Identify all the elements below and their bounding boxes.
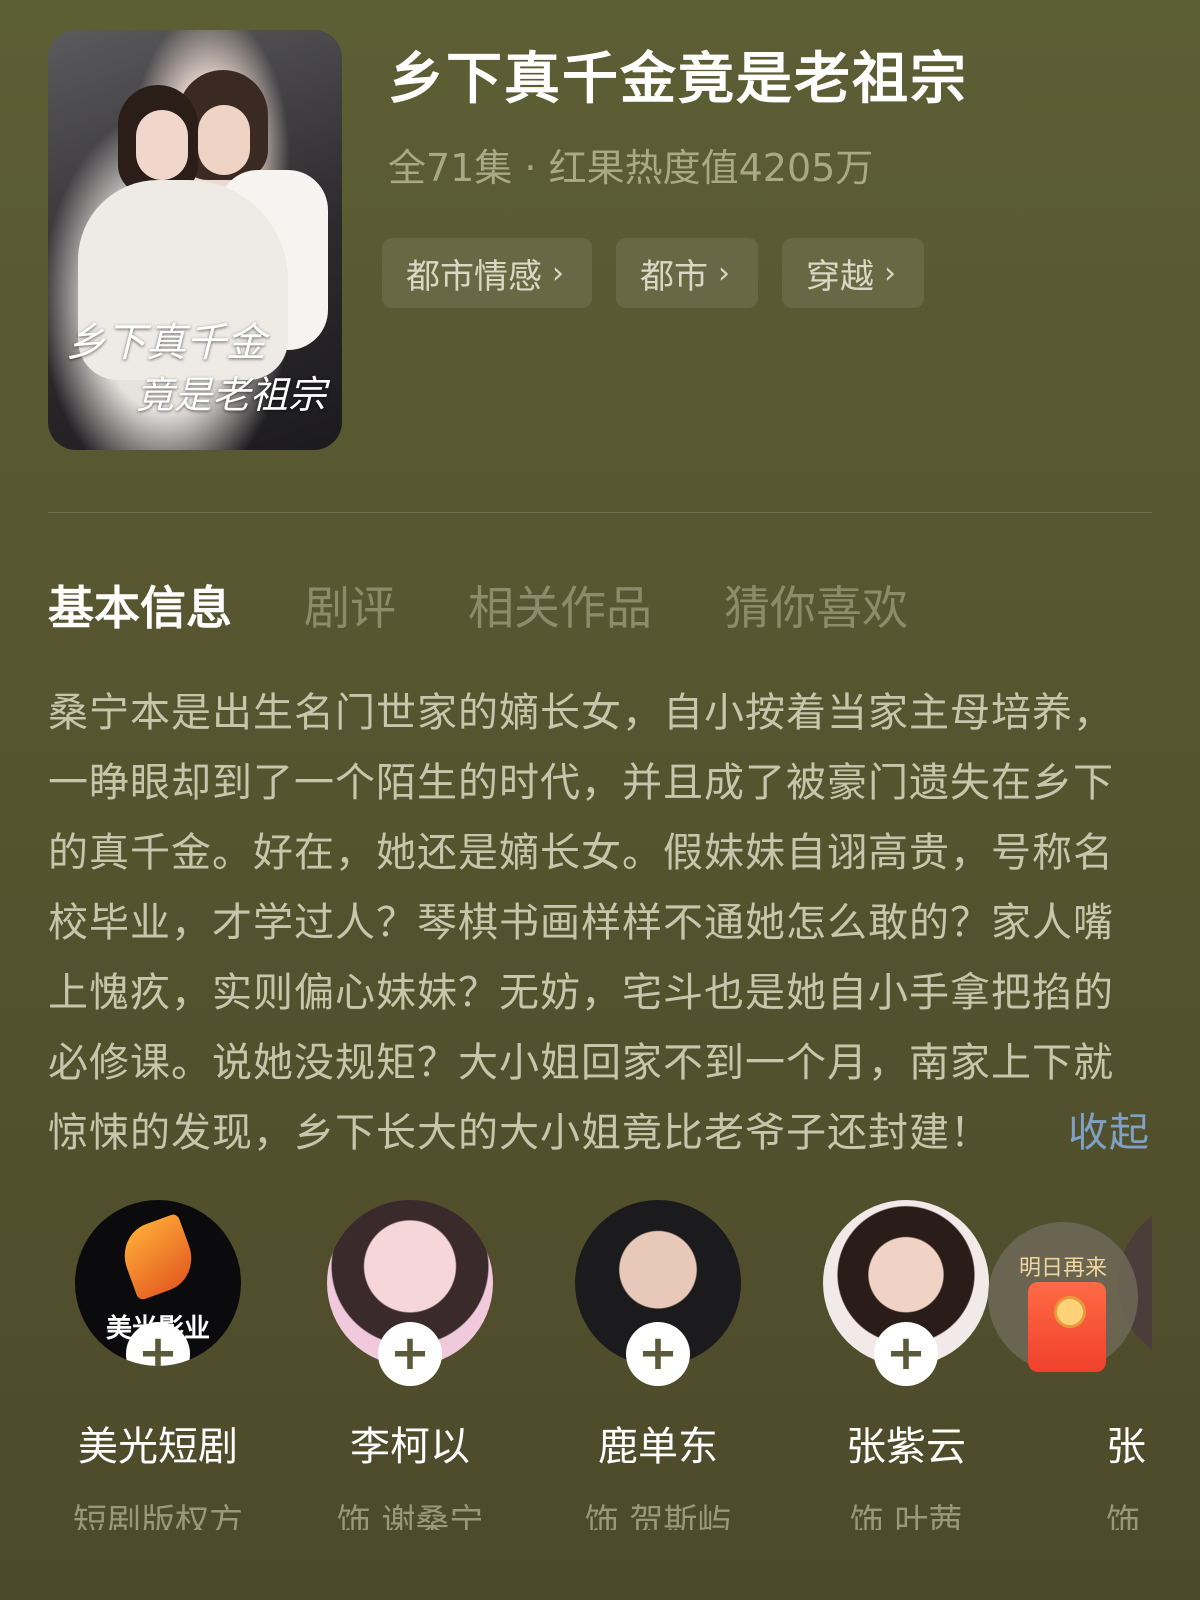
cast-name: 张紫云 xyxy=(846,1424,966,1470)
show-title: 乡下真千金竟是老祖宗 xyxy=(388,47,968,112)
show-meta: 全71集 · 红果热度值4205万 xyxy=(388,146,874,190)
avatar[interactable]: + xyxy=(575,1200,741,1386)
tag-urban[interactable]: 都市 › xyxy=(616,238,758,308)
cast-role: 饰 谢桑宁 xyxy=(336,1502,484,1530)
tab-reviews[interactable]: 剧评 xyxy=(304,572,396,638)
daily-reward-popup[interactable]: 明日再来 xyxy=(988,1222,1138,1372)
detail-tabs: 基本信息 剧评 相关作品 猜你喜欢 xyxy=(48,572,908,638)
tab-basic-info[interactable]: 基本信息 xyxy=(48,572,232,638)
tab-related-works[interactable]: 相关作品 xyxy=(468,572,652,638)
follow-plus-icon[interactable]: + xyxy=(874,1322,938,1386)
synopsis: 桑宁本是出生名门世家的嫡长女，自小按着当家主母培养，一睁眼却到了一个陌生的时代，… xyxy=(48,678,1149,1168)
collapse-link[interactable]: 收起 xyxy=(1068,1098,1150,1168)
avatar[interactable]: + xyxy=(823,1200,989,1386)
avatar[interactable]: 美光影业 + xyxy=(75,1200,241,1366)
cast-role: 饰 xyxy=(1106,1502,1140,1530)
red-envelope-icon[interactable] xyxy=(1028,1282,1106,1372)
tag-urban-romance[interactable]: 都市情感 › xyxy=(382,238,592,308)
cast-role: 饰 叶茜 xyxy=(849,1502,963,1530)
cast-name: 张 xyxy=(1106,1424,1146,1470)
chevron-right-icon: › xyxy=(718,255,730,291)
cover-poster[interactable]: 乡下真千金 竟是老祖宗 xyxy=(48,30,342,450)
tag-label: 穿越 xyxy=(806,256,874,297)
cover-title-line1: 乡下真千金 xyxy=(66,320,266,366)
cast-name: 鹿单东 xyxy=(598,1424,718,1470)
cast-name: 李柯以 xyxy=(350,1424,470,1470)
phoenix-logo-icon xyxy=(115,1212,201,1302)
cast-member[interactable]: + 李柯以 饰 谢桑宁 xyxy=(300,1200,520,1530)
cast-role: 饰 贺斯屿 xyxy=(584,1502,732,1530)
genre-tags: 都市情感 › 都市 › 穿越 › xyxy=(382,238,924,308)
follow-plus-icon[interactable]: + xyxy=(626,1322,690,1386)
synopsis-text: 桑宁本是出生名门世家的嫡长女，自小按着当家主母培养，一睁眼却到了一个陌生的时代，… xyxy=(48,690,1114,1156)
cast-list: 美光影业 + 美光短剧 短剧版权方 + 李柯以 饰 谢桑宁 + 鹿单东 饰 贺斯… xyxy=(48,1200,1152,1530)
chevron-right-icon: › xyxy=(884,255,896,291)
chevron-right-icon: › xyxy=(552,255,564,291)
cast-member[interactable]: + 鹿单东 饰 贺斯屿 xyxy=(548,1200,768,1530)
tag-label: 都市情感 xyxy=(406,256,542,297)
cover-face-male xyxy=(198,105,250,175)
avatar[interactable]: + xyxy=(327,1200,493,1386)
tag-time-travel[interactable]: 穿越 › xyxy=(782,238,924,308)
cast-member[interactable]: + 张紫云 饰 叶茜 xyxy=(796,1200,1016,1530)
follow-plus-icon[interactable]: + xyxy=(378,1322,442,1386)
tab-recommendations[interactable]: 猜你喜欢 xyxy=(724,572,908,638)
cast-name: 美光短剧 xyxy=(78,1424,238,1470)
reward-label: 明日再来 xyxy=(1018,1256,1107,1281)
cover-title-line2: 竟是老祖宗 xyxy=(136,373,327,417)
cast-role: 短剧版权方 xyxy=(73,1502,243,1530)
tag-label: 都市 xyxy=(640,256,708,297)
cover-title-art: 乡下真千金 竟是老祖宗 xyxy=(66,310,336,419)
cover-face-female xyxy=(136,110,188,180)
cast-member[interactable]: 美光影业 + 美光短剧 短剧版权方 xyxy=(48,1200,268,1530)
section-divider xyxy=(48,512,1152,513)
